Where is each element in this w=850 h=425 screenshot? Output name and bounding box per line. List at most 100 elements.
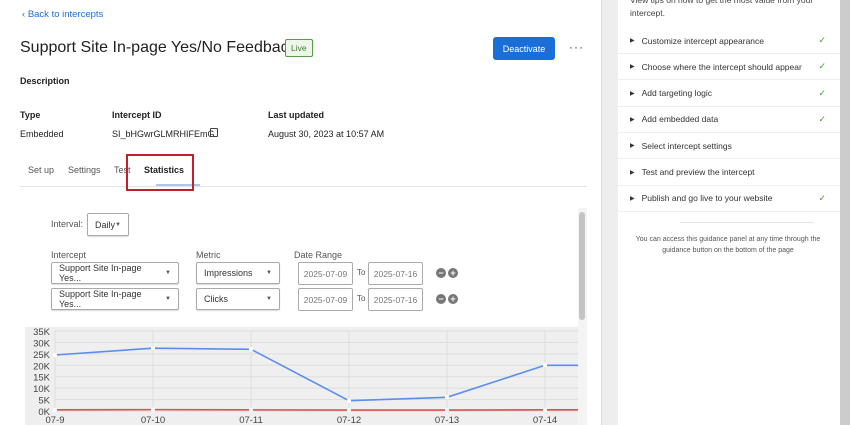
date-range-label: Date Range [294,250,343,260]
y-tick-label: 10K [33,384,51,395]
caret-right-icon: ▶ [630,143,635,150]
guidance-item-label: Add targeting logic [641,88,713,99]
back-to-intercepts-link[interactable]: ‹ Back to intercepts [22,9,103,20]
data-point [445,408,449,413]
type-label: Type [20,110,41,120]
guidance-item[interactable]: ▶ Choose where the intercept should appea… [618,54,840,81]
y-tick-label: 20K [33,361,51,372]
data-point [249,347,253,352]
intercept-value: Support Site In-page Yes... [59,289,142,309]
guidance-note: You can access this guidance panel at an… [635,236,821,254]
interval-value: Daily [95,219,116,230]
intercept-select[interactable]: Support Site In-page Yes... ▼ [51,262,179,284]
panel-divider [601,0,618,425]
checkmark-icon: ✓ [818,192,826,203]
interval-label: Interval: [51,219,84,229]
checkmark-icon: ✓ [818,61,826,72]
scrollbar-thumb[interactable] [579,212,585,320]
intercept-select[interactable]: Support Site In-page Yes... ▼ [51,288,179,310]
caret-right-icon: ▶ [630,90,635,97]
data-point [445,395,449,400]
data-point [347,398,351,403]
data-point [249,407,253,412]
date-to-input[interactable]: 2025-07-16 [368,288,423,311]
x-tick-label: 07-11 [239,415,263,425]
data-point [53,407,57,412]
data-point [347,408,351,413]
tab-bar: Set up Settings Test Statistics [20,155,587,187]
data-point [151,407,155,412]
interval-select[interactable]: Daily ▼ [87,213,129,236]
date-from-input[interactable]: 2025-07-09 [298,262,353,285]
add-row-icon[interactable]: + [448,268,458,278]
tab-settings[interactable]: Settings [68,165,101,175]
metric-select[interactable]: Clicks ▼ [196,288,280,310]
guidance-item-label: Test and preview the intercept [641,167,755,177]
x-tick-label: 07-12 [337,415,361,425]
x-tick-label: 07-13 [435,415,459,425]
caret-down-icon: ▼ [165,296,171,302]
caret-right-icon: ▶ [630,64,635,71]
checkmark-icon: ✓ [818,87,826,98]
guidance-item[interactable]: ▶ Customize intercept appearance ✓ [618,28,840,54]
guidance-item-label: Customize intercept appearance [641,35,764,46]
last-updated-label: Last updated [268,110,325,120]
intercept-id-value: SI_bHGwrGLMRHIFEmG [112,129,215,139]
add-row-icon[interactable]: + [448,294,458,304]
data-point [53,353,57,357]
data-point [151,346,155,351]
intercept-value: Support Site In-page Yes... [59,263,142,283]
remove-row-icon[interactable]: − [436,268,446,278]
caret-right-icon: ▶ [630,116,635,123]
caret-down-icon: ▼ [266,296,272,302]
checkmark-icon: ✓ [818,113,826,124]
intercept-id-label: Intercept ID [112,110,162,120]
y-tick-label: 15K [33,373,51,384]
deactivate-button[interactable]: Deactivate [493,37,555,60]
guidance-item[interactable]: ▶ Add embedded data ✓ [618,107,840,133]
divider [680,222,814,223]
caret-right-icon: ▶ [630,169,635,176]
y-tick-label: 35K [33,327,51,338]
guidance-item[interactable]: ▶ Add targeting logic ✓ [618,81,840,107]
guidance-intro: View tips on how to get the most value f… [630,0,814,18]
caret-down-icon: ▼ [165,270,171,276]
guidance-item[interactable]: ▶ Select intercept settings [618,133,840,160]
highlight-box [126,154,194,191]
guidance-item-label: Choose where the intercept should appear [641,61,802,72]
last-updated-value: August 30, 2023 at 10:57 AM [268,129,385,139]
guidance-item[interactable]: ▶ Test and preview the intercept [618,160,840,186]
caret-right-icon: ▶ [630,195,635,202]
series-line-impressions [54,347,578,402]
guidance-item-label: Add embedded data [641,114,719,125]
to-label: To [357,294,366,303]
data-point [543,407,547,412]
x-tick-label: 07-10 [141,415,165,425]
status-badge: Live [285,39,313,57]
description-label: Description [20,76,70,86]
caret-right-icon: ▶ [630,38,635,44]
date-to-input[interactable]: 2025-07-16 [368,262,423,285]
metric-value: Clicks [204,294,228,304]
guidance-item[interactable]: ▶ Publish and go live to your website ✓ [618,186,840,212]
to-label: To [357,268,366,277]
x-tick-label: 07-9 [45,415,64,425]
intercept-label: Intercept [51,250,87,260]
more-options-icon[interactable]: ··· [569,40,584,54]
statistics-chart: 35K30K25K20K15K10K5K0K07-9 07-10 07-11 07-1… [25,327,578,425]
checkmark-icon: ✓ [818,35,826,45]
date-from-input[interactable]: 2025-07-09 [298,288,353,311]
metric-label: Metric [196,250,221,260]
panel-edge [840,0,850,425]
tab-set-up[interactable]: Set up [28,165,54,175]
metric-select[interactable]: Impressions ▼ [196,262,280,284]
page-title: Support Site In-page Yes/No Feedback [20,39,297,56]
x-tick-label: 07-14 [533,415,557,425]
data-point [543,363,547,368]
copy-icon[interactable] [210,128,218,137]
caret-down-icon: ▼ [115,221,121,228]
guidance-item-label: Publish and go live to your website [641,193,773,204]
guidance-item-label: Select intercept settings [641,140,732,151]
guidance-panel: View tips on how to get the most value f… [618,0,840,425]
remove-row-icon[interactable]: − [436,294,446,304]
